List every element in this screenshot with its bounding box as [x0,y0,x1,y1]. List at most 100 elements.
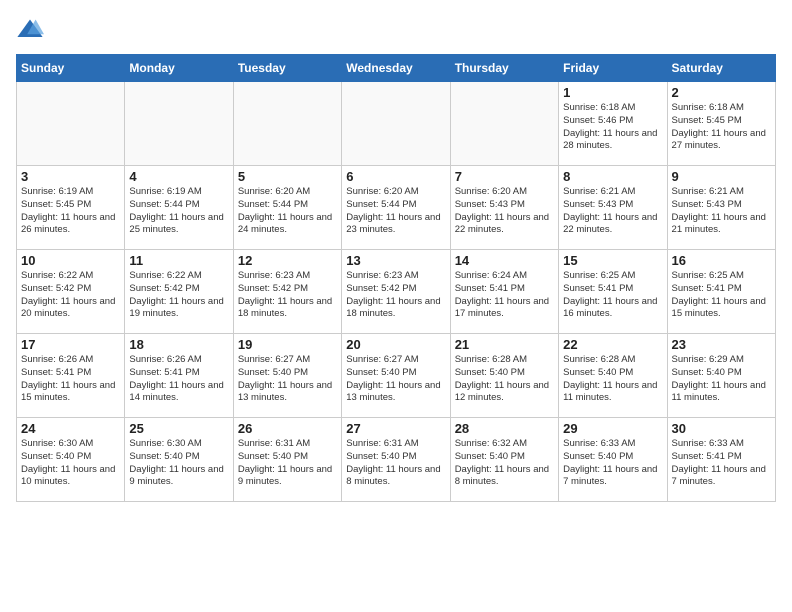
day-number: 6 [346,169,445,184]
calendar-week-4: 17 Sunrise: 6:26 AM Sunset: 5:41 PM Dayli… [17,334,776,418]
day-info: Sunrise: 6:20 AM Sunset: 5:44 PM Dayligh… [238,186,337,237]
calendar-cell: 10 Sunrise: 6:22 AM Sunset: 5:42 PM Dayli… [17,250,125,334]
day-number: 11 [129,253,228,268]
calendar-cell: 4Sunrise: 6:19 AM Sunset: 5:44 PM Daylig… [125,166,233,250]
day-number: 15 [563,253,662,268]
day-info: Sunrise: 6:21 AM Sunset: 5:43 PM Dayligh… [563,186,662,237]
day-number: 23 [672,337,771,352]
calendar-cell: 27Sunrise: 6:31 AM Sunset: 5:40 PM Dayli… [342,418,450,502]
day-number: 13 [346,253,445,268]
day-info: Sunrise: 6:25 AM Sunset: 5:41 PM Dayligh… [672,270,771,321]
weekday-header-sunday: Sunday [17,55,125,82]
calendar-week-2: 3 Sunrise: 6:19 AM Sunset: 5:45 PM Daylig… [17,166,776,250]
day-info: Sunrise: 6:23 AM Sunset: 5:42 PM Dayligh… [346,270,445,321]
day-number: 17 [21,337,120,352]
calendar-cell: 26Sunrise: 6:31 AM Sunset: 5:40 PM Dayli… [233,418,341,502]
day-number: 25 [129,421,228,436]
logo [16,16,48,44]
day-number: 24 [21,421,120,436]
calendar-cell: 28 Sunrise: 6:32 AM Sunset: 5:40 PM Dayli… [450,418,558,502]
calendar-cell: 1Sunrise: 6:18 AM Sunset: 5:46 PM Daylig… [559,82,667,166]
day-info: Sunrise: 6:20 AM Sunset: 5:43 PM Dayligh… [455,186,554,237]
day-info: Sunrise: 6:18 AM Sunset: 5:45 PM Dayligh… [672,102,771,153]
calendar-cell [450,82,558,166]
calendar-cell: 15 Sunrise: 6:25 AM Sunset: 5:41 PM Dayli… [559,250,667,334]
day-number: 29 [563,421,662,436]
calendar-cell [17,82,125,166]
calendar-cell: 3 Sunrise: 6:19 AM Sunset: 5:45 PM Daylig… [17,166,125,250]
calendar-cell: 17 Sunrise: 6:26 AM Sunset: 5:41 PM Dayli… [17,334,125,418]
calendar-cell [125,82,233,166]
day-info: Sunrise: 6:27 AM Sunset: 5:40 PM Dayligh… [346,354,445,405]
day-number: 3 [21,169,120,184]
calendar-week-1: 1Sunrise: 6:18 AM Sunset: 5:46 PM Daylig… [17,82,776,166]
calendar-cell: 21 Sunrise: 6:28 AM Sunset: 5:40 PM Dayli… [450,334,558,418]
day-info: Sunrise: 6:22 AM Sunset: 5:42 PM Dayligh… [21,270,120,321]
day-number: 5 [238,169,337,184]
calendar-week-3: 10 Sunrise: 6:22 AM Sunset: 5:42 PM Dayli… [17,250,776,334]
calendar-cell: 25 Sunrise: 6:30 AM Sunset: 5:40 PM Dayli… [125,418,233,502]
calendar-cell: 13 Sunrise: 6:23 AM Sunset: 5:42 PM Dayli… [342,250,450,334]
calendar-cell: 19Sunrise: 6:27 AM Sunset: 5:40 PM Dayli… [233,334,341,418]
logo-icon [16,16,44,44]
weekday-header-saturday: Saturday [667,55,775,82]
calendar-cell: 11 Sunrise: 6:22 AM Sunset: 5:42 PM Dayli… [125,250,233,334]
calendar-table: SundayMondayTuesdayWednesdayThursdayFrid… [16,54,776,502]
day-number: 19 [238,337,337,352]
day-info: Sunrise: 6:25 AM Sunset: 5:41 PM Dayligh… [563,270,662,321]
day-number: 7 [455,169,554,184]
page-header [16,16,776,44]
day-number: 2 [672,85,771,100]
day-info: Sunrise: 6:19 AM Sunset: 5:44 PM Dayligh… [129,186,228,237]
day-info: Sunrise: 6:22 AM Sunset: 5:42 PM Dayligh… [129,270,228,321]
day-info: Sunrise: 6:18 AM Sunset: 5:46 PM Dayligh… [563,102,662,153]
day-info: Sunrise: 6:26 AM Sunset: 5:41 PM Dayligh… [129,354,228,405]
calendar-cell: 16 Sunrise: 6:25 AM Sunset: 5:41 PM Dayli… [667,250,775,334]
day-number: 14 [455,253,554,268]
day-info: Sunrise: 6:30 AM Sunset: 5:40 PM Dayligh… [21,438,120,489]
calendar-cell: 24 Sunrise: 6:30 AM Sunset: 5:40 PM Dayli… [17,418,125,502]
calendar-cell [342,82,450,166]
day-number: 22 [563,337,662,352]
calendar-cell [233,82,341,166]
day-number: 16 [672,253,771,268]
day-info: Sunrise: 6:32 AM Sunset: 5:40 PM Dayligh… [455,438,554,489]
calendar-cell: 5 Sunrise: 6:20 AM Sunset: 5:44 PM Daylig… [233,166,341,250]
calendar-cell: 9 Sunrise: 6:21 AM Sunset: 5:43 PM Daylig… [667,166,775,250]
calendar-cell: 20 Sunrise: 6:27 AM Sunset: 5:40 PM Dayli… [342,334,450,418]
day-number: 20 [346,337,445,352]
day-number: 9 [672,169,771,184]
weekday-header-monday: Monday [125,55,233,82]
day-number: 21 [455,337,554,352]
day-info: Sunrise: 6:26 AM Sunset: 5:41 PM Dayligh… [21,354,120,405]
calendar-cell: 2 Sunrise: 6:18 AM Sunset: 5:45 PM Daylig… [667,82,775,166]
calendar-cell: 18 Sunrise: 6:26 AM Sunset: 5:41 PM Dayli… [125,334,233,418]
day-number: 10 [21,253,120,268]
day-info: Sunrise: 6:33 AM Sunset: 5:40 PM Dayligh… [563,438,662,489]
day-number: 18 [129,337,228,352]
day-info: Sunrise: 6:19 AM Sunset: 5:45 PM Dayligh… [21,186,120,237]
day-info: Sunrise: 6:28 AM Sunset: 5:40 PM Dayligh… [455,354,554,405]
day-number: 8 [563,169,662,184]
day-info: Sunrise: 6:29 AM Sunset: 5:40 PM Dayligh… [672,354,771,405]
calendar-week-5: 24 Sunrise: 6:30 AM Sunset: 5:40 PM Dayli… [17,418,776,502]
weekday-header-friday: Friday [559,55,667,82]
day-number: 26 [238,421,337,436]
weekday-header-wednesday: Wednesday [342,55,450,82]
day-number: 28 [455,421,554,436]
day-info: Sunrise: 6:21 AM Sunset: 5:43 PM Dayligh… [672,186,771,237]
calendar-cell: 14 Sunrise: 6:24 AM Sunset: 5:41 PM Dayli… [450,250,558,334]
day-info: Sunrise: 6:23 AM Sunset: 5:42 PM Dayligh… [238,270,337,321]
day-info: Sunrise: 6:30 AM Sunset: 5:40 PM Dayligh… [129,438,228,489]
day-info: Sunrise: 6:33 AM Sunset: 5:41 PM Dayligh… [672,438,771,489]
weekday-header-tuesday: Tuesday [233,55,341,82]
calendar-cell: 8 Sunrise: 6:21 AM Sunset: 5:43 PM Daylig… [559,166,667,250]
day-info: Sunrise: 6:28 AM Sunset: 5:40 PM Dayligh… [563,354,662,405]
day-info: Sunrise: 6:31 AM Sunset: 5:40 PM Dayligh… [346,438,445,489]
day-info: Sunrise: 6:24 AM Sunset: 5:41 PM Dayligh… [455,270,554,321]
calendar-cell: 30 Sunrise: 6:33 AM Sunset: 5:41 PM Dayli… [667,418,775,502]
day-info: Sunrise: 6:20 AM Sunset: 5:44 PM Dayligh… [346,186,445,237]
calendar-cell: 22 Sunrise: 6:28 AM Sunset: 5:40 PM Dayli… [559,334,667,418]
calendar-cell: 6 Sunrise: 6:20 AM Sunset: 5:44 PM Daylig… [342,166,450,250]
day-number: 30 [672,421,771,436]
